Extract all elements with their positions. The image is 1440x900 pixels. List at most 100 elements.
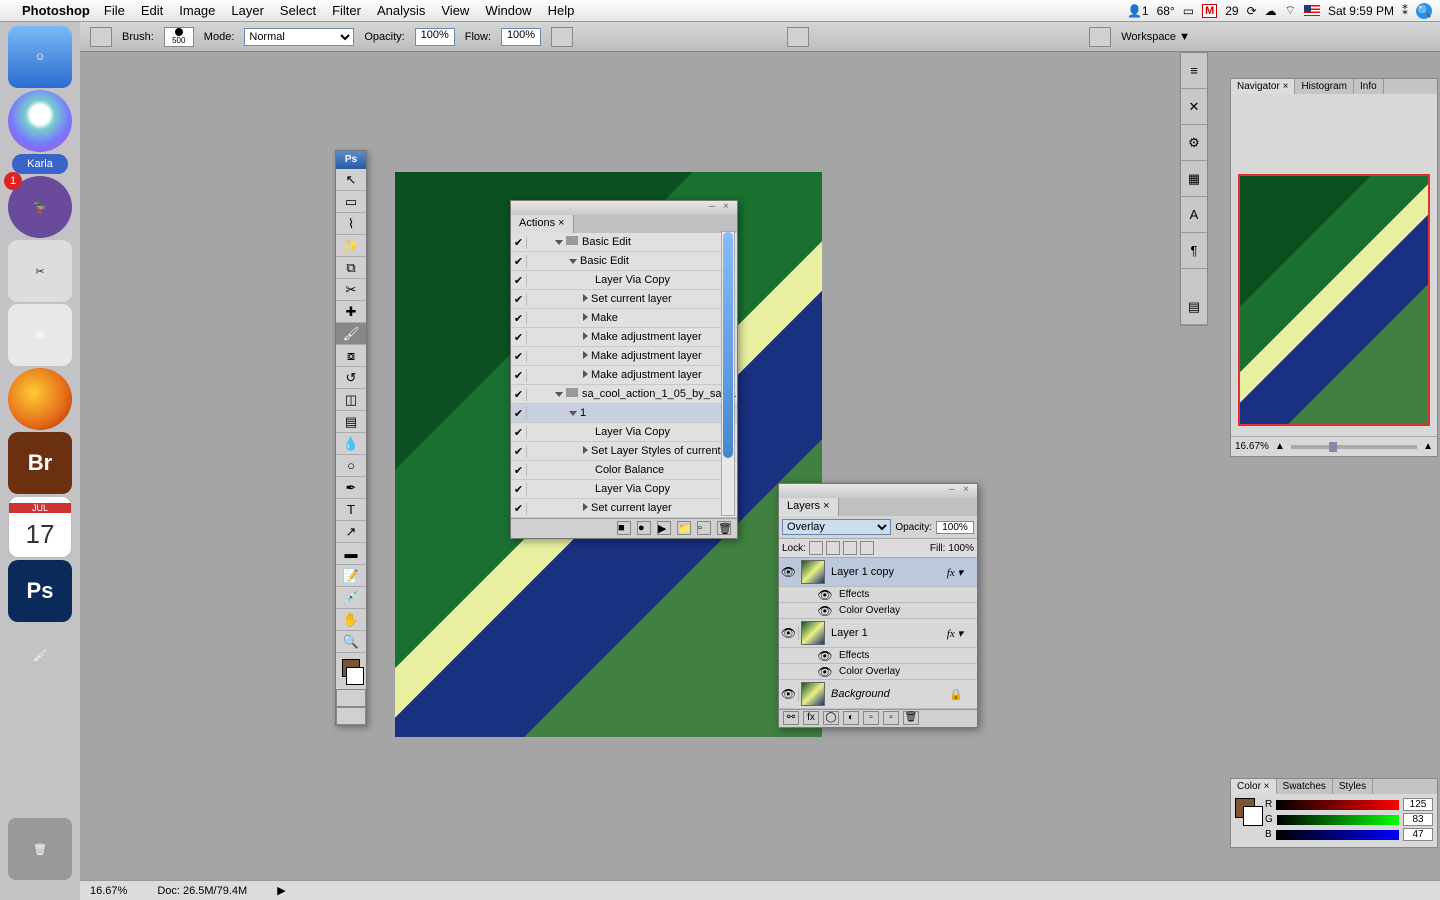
pen-tool[interactable]: ✒ <box>336 477 366 499</box>
g-slider[interactable] <box>1277 815 1399 825</box>
actions-scrollbar[interactable] <box>721 231 735 516</box>
move-tool[interactable]: ↖ <box>336 169 366 191</box>
color-swatches[interactable] <box>1235 798 1259 828</box>
brush-tool[interactable]: 🖌 <box>336 323 366 345</box>
blend-mode-select[interactable]: Overlay <box>782 519 891 535</box>
blur-tool[interactable]: 💧 <box>336 433 366 455</box>
notes-tool[interactable]: 📝 <box>336 565 366 587</box>
action-row[interactable]: ✔Layer Via Copy <box>511 271 737 290</box>
menu-help[interactable]: Help <box>548 3 575 18</box>
layer-row[interactable]: 👁Color Overlay <box>779 603 977 619</box>
collapsed-panel-2[interactable]: ✕ <box>1181 89 1207 125</box>
layer-opacity-value[interactable]: 100% <box>936 521 974 534</box>
adjustment-icon[interactable]: ◐ <box>843 711 859 725</box>
menu-filter[interactable]: Filter <box>332 3 361 18</box>
dock-itunes[interactable]: ♫ <box>8 90 72 152</box>
marquee-tool[interactable]: ▭ <box>336 191 366 213</box>
layer-row[interactable]: 👁Color Overlay <box>779 664 977 680</box>
screenmode-icon[interactable] <box>336 707 366 725</box>
action-row[interactable]: ✔Basic Edit <box>511 252 737 271</box>
fx-icon[interactable]: fx <box>803 711 819 725</box>
dock-firefox[interactable] <box>8 368 72 430</box>
bluetooth-icon[interactable]: ⁑ <box>1402 4 1408 18</box>
flow-value[interactable]: 100% <box>501 28 541 46</box>
wand-tool[interactable]: ✨ <box>336 235 366 257</box>
close-icon[interactable]: × <box>723 201 733 211</box>
new-layer-icon[interactable]: ▫ <box>883 711 899 725</box>
collapsed-panel-1[interactable]: ≡ <box>1181 53 1207 89</box>
menu-select[interactable]: Select <box>280 3 316 18</box>
action-row[interactable]: ✔Color Balance <box>511 461 737 480</box>
r-slider[interactable] <box>1276 800 1399 810</box>
crop-tool[interactable]: ⧉ <box>336 257 366 279</box>
dock-user-label[interactable]: Karla <box>12 154 68 174</box>
layer-row[interactable]: 👁Layer 1fx ▾ <box>779 619 977 648</box>
color-tab[interactable]: Color × <box>1231 779 1277 794</box>
status-zoom[interactable]: 16.67% <box>90 885 127 897</box>
fill-value[interactable]: 100% <box>948 543 974 554</box>
layer-row[interactable]: 👁Layer 1 copyfx ▾ <box>779 558 977 587</box>
menu-analysis[interactable]: Analysis <box>377 3 425 18</box>
minimize-icon[interactable]: – <box>949 484 959 494</box>
dock-finder[interactable]: ☺ <box>8 26 72 88</box>
collapsed-panel-6[interactable]: ¶ <box>1181 233 1207 269</box>
layer-row[interactable]: 👁Effects <box>779 648 977 664</box>
action-row[interactable]: ✔Set current layer <box>511 499 737 518</box>
delete-layer-icon[interactable]: 🗑 <box>903 711 919 725</box>
gmail-icon[interactable]: M <box>1202 4 1217 18</box>
lasso-tool[interactable]: ⌇ <box>336 213 366 235</box>
layer-row[interactable]: 👁Effects <box>779 587 977 603</box>
g-value[interactable]: 83 <box>1403 813 1433 826</box>
trash-icon[interactable]: 🗑 <box>717 521 731 535</box>
dock-trash[interactable]: 🗑 <box>8 818 72 880</box>
workspace-button[interactable]: Workspace ▼ <box>1121 31 1190 43</box>
stop-icon[interactable]: ■ <box>617 521 631 535</box>
input-flag-icon[interactable] <box>1304 5 1320 16</box>
eraser-tool[interactable]: ◫ <box>336 389 366 411</box>
menu-layer[interactable]: Layer <box>231 3 264 18</box>
dock-ical[interactable]: JUL17 <box>8 496 72 558</box>
airbrush-icon[interactable] <box>551 27 573 47</box>
spotlight-icon[interactable]: 🔍 <box>1416 3 1432 19</box>
dock-brush[interactable]: 🖌 <box>8 624 72 686</box>
battery-icon[interactable]: ▭ <box>1183 4 1194 18</box>
quickmask-icon[interactable] <box>336 689 366 707</box>
swatches-tab[interactable]: Swatches <box>1277 779 1333 794</box>
minimize-icon[interactable]: – <box>709 201 719 211</box>
action-row[interactable]: ✔sa_cool_action_1_05_by_sa_... <box>511 385 737 404</box>
action-row[interactable]: ✔Layer Via Copy <box>511 480 737 499</box>
gradient-tool[interactable]: ▤ <box>336 411 366 433</box>
record-icon[interactable]: ● <box>637 521 651 535</box>
sync-icon[interactable]: ⟳ <box>1247 4 1257 18</box>
b-value[interactable]: 47 <box>1403 828 1433 841</box>
action-row[interactable]: ✔Make adjustment layer <box>511 328 737 347</box>
dock-scissors[interactable]: ✂ <box>8 240 72 302</box>
slice-tool[interactable]: ✂ <box>336 279 366 301</box>
hand-tool[interactable]: ✋ <box>336 609 366 631</box>
styles-tab[interactable]: Styles <box>1333 779 1373 794</box>
clock[interactable]: Sat 9:59 PM <box>1328 4 1394 18</box>
tool-palette-header[interactable]: Ps <box>336 151 366 169</box>
layers-titlebar[interactable]: –× <box>779 484 977 498</box>
cloud-icon[interactable]: ☁ <box>1265 4 1277 18</box>
zoom-in-icon[interactable]: ▲ <box>1423 441 1433 452</box>
action-row[interactable]: ✔Make adjustment layer <box>511 366 737 385</box>
navigator-zoom-value[interactable]: 16.67% <box>1235 441 1269 452</box>
healing-tool[interactable]: ✚ <box>336 301 366 323</box>
notif-icon[interactable]: 👤1 <box>1127 4 1149 18</box>
new-action-icon[interactable]: ▫ <box>697 521 711 535</box>
histogram-tab[interactable]: Histogram <box>1295 79 1354 94</box>
menu-image[interactable]: Image <box>179 3 215 18</box>
collapsed-panel-4[interactable]: ▦ <box>1181 161 1207 197</box>
action-row[interactable]: ✔Basic Edit <box>511 233 737 252</box>
mode-select[interactable]: Normal <box>244 28 354 46</box>
history-brush-tool[interactable]: ↺ <box>336 367 366 389</box>
status-arrow-icon[interactable]: ▶ <box>277 884 285 897</box>
lock-position-icon[interactable] <box>843 541 857 555</box>
link-icon[interactable]: ⚯ <box>783 711 799 725</box>
shape-tool[interactable]: ▬ <box>336 543 366 565</box>
opacity-value[interactable]: 100% <box>415 28 455 46</box>
layers-tab[interactable]: Layers × <box>779 498 839 516</box>
status-doc[interactable]: Doc: 26.5M/79.4M <box>157 885 247 897</box>
menu-file[interactable]: File <box>104 3 125 18</box>
